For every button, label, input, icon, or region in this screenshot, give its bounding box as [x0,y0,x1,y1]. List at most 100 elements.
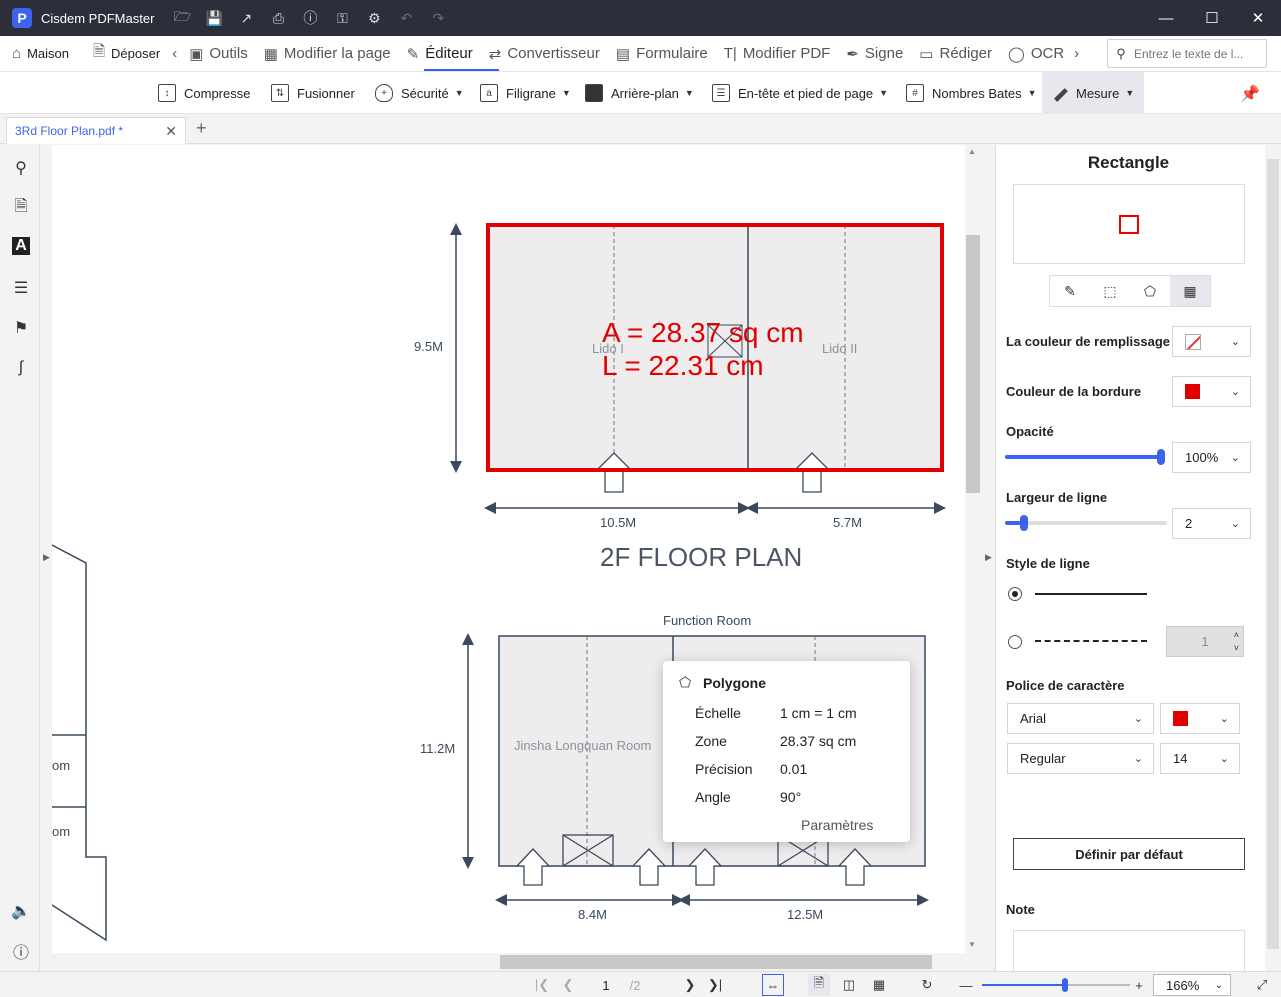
menu-ocr[interactable]: ◯ OCR [1000,36,1072,72]
first-page-icon[interactable]: |❮ [532,972,552,997]
document-tab[interactable]: 3Rd Floor Plan.pdf * ✕ [6,117,186,144]
area-mode-icon[interactable]: ⬠ [1130,276,1170,306]
set-default-button[interactable]: Définir par défaut [1013,838,1245,870]
pin-icon[interactable]: 📌 [1240,84,1260,104]
reading-mode-icon[interactable]: ▦ [868,972,890,997]
horizontal-scroll-thumb[interactable] [500,955,932,969]
scroll-down-icon[interactable]: ▼ [968,940,976,949]
measure-dropdown[interactable]: ▬ Mesure ▼ [1042,72,1144,114]
key-icon[interactable]: ⚿ [328,4,356,32]
border-color-dropdown[interactable]: ⌄ [1172,376,1251,407]
help-icon[interactable]: ⓘ [296,4,324,32]
menu-scroll-left[interactable]: ‹ [168,36,181,72]
bookmark-icon[interactable]: ⚑ [10,317,32,339]
opacity-dropdown[interactable]: 100% ⌄ [1172,442,1251,473]
chevron-down-icon: ⌄ [1133,713,1143,725]
font-style-dropdown[interactable]: Regular ⌄ [1007,743,1154,774]
fill-color-dropdown[interactable]: ⌄ [1172,326,1251,357]
compress-button[interactable]: ↕ Compresse [158,72,250,114]
zoom-in-icon[interactable]: + [1131,972,1147,997]
text-annotation-icon[interactable]: A [12,237,30,255]
menu-redact[interactable]: ▭ Rédiger [911,36,1000,72]
font-size-dropdown[interactable]: 14 ⌄ [1160,743,1240,774]
scroll-up-icon[interactable]: ▲ [968,147,976,156]
merge-label: Fusionner [297,85,355,101]
merge-button[interactable]: ⇅ Fusionner [271,72,355,114]
menu-edit-pdf[interactable]: T| Modifier PDF [716,36,839,72]
fit-width-icon[interactable]: ⇔ [762,974,784,996]
save-icon[interactable]: 💾 [200,4,228,32]
menu-scroll-right[interactable]: › [1072,36,1081,72]
next-page-icon[interactable]: ❯ [680,972,700,997]
signature-icon[interactable]: ∫ [10,357,32,379]
stepper-arrows-icon[interactable]: ˄ ˅ [1234,629,1239,655]
expand-left-panel-icon[interactable]: ▶ [43,552,50,563]
add-tab-icon[interactable]: + [196,118,207,139]
close-tab-icon[interactable]: ✕ [165,123,177,140]
menu-upload[interactable]: 🗎 Déposer [85,36,168,72]
search-icon[interactable]: ⚲ [10,157,32,179]
fullscreen-icon[interactable]: ⤢ [1251,972,1273,997]
rotate-page-icon[interactable]: ↻ [916,972,938,997]
panel-scrollbar[interactable] [1265,145,1281,971]
outline-list-icon[interactable]: ☰ [10,277,32,299]
settings-link[interactable]: Paramètres [801,817,873,833]
zoom-out-icon[interactable]: — [958,972,974,997]
dash-spacing-stepper[interactable]: 1 ˄ ˅ [1166,626,1244,657]
search-input[interactable] [1134,46,1259,61]
page-thumbnail-icon[interactable]: 🗎 [10,197,32,219]
close-window-button[interactable]: ✕ [1235,0,1281,36]
redo-icon[interactable]: ↷ [424,4,452,32]
opacity-slider-knob[interactable] [1157,449,1165,465]
open-folder-icon[interactable]: 🗁 [168,4,196,32]
menu-editor[interactable]: ✎ Éditeur [399,36,481,72]
two-page-icon[interactable]: ◫ [838,972,860,997]
font-family-dropdown[interactable]: Arial ⌄ [1007,703,1154,734]
perimeter-mode-icon[interactable]: ⬚ [1090,276,1130,306]
bates-dropdown[interactable]: # Nombres Bates ▼ [906,72,1037,114]
menu-edit-page[interactable]: ▦ Modifier la page [256,36,399,72]
watermark-dropdown[interactable]: a Filigrane ▼ [480,72,571,114]
previous-page-icon[interactable]: ❮ [558,972,578,997]
menu-home[interactable]: ⌂ Maison [4,36,77,72]
menu-sign[interactable]: ✒ Signe [838,36,911,72]
line-width-slider[interactable] [1005,515,1167,531]
vertical-scroll-thumb[interactable] [966,235,980,493]
collapse-right-panel-icon[interactable]: ▶ [985,552,992,563]
line-width-dropdown[interactable]: 2 ⌄ [1172,508,1251,539]
room-label-lido-2: Lido II [822,341,857,356]
last-page-icon[interactable]: ❯| [705,972,725,997]
header-footer-dropdown[interactable]: ☰ En-tête et pied de page ▼ [712,72,888,114]
undo-icon[interactable]: ↶ [392,4,420,32]
note-textarea[interactable] [1013,930,1245,971]
zoom-slider-knob[interactable] [1062,978,1068,992]
search-box[interactable]: ⚲ [1107,39,1267,68]
menu-form[interactable]: ▤ Formulaire [608,36,716,72]
share-icon[interactable]: ↗ [232,4,260,32]
distance-mode-icon[interactable]: ✎ [1050,276,1090,306]
page-number-input[interactable]: 1 [590,975,622,995]
minimize-button[interactable]: — [1143,0,1189,36]
dashed-line-radio[interactable] [1008,635,1022,649]
print-icon[interactable]: ⎙ [264,4,292,32]
rectangle-mode-icon[interactable]: ▦ [1170,276,1210,306]
settings-icon[interactable]: ⚙ [360,4,388,32]
info-icon[interactable]: ⓘ [10,940,32,962]
zoom-slider[interactable] [982,978,1130,992]
security-dropdown[interactable]: + Sécurité ▼ [375,72,464,114]
maximize-button[interactable]: ☐ [1189,0,1235,36]
font-color-dropdown[interactable]: ⌄ [1160,703,1240,734]
background-dropdown[interactable]: Arrière-plan ▼ [585,72,694,114]
solid-line-radio[interactable] [1008,587,1022,601]
zoom-dropdown[interactable]: 166% ⌄ [1153,974,1231,996]
panel-scroll-thumb[interactable] [1267,159,1279,949]
opacity-slider[interactable] [1005,449,1165,465]
speaker-icon[interactable]: 🔈 [10,900,32,922]
line-width-slider-knob[interactable] [1020,515,1028,531]
single-page-icon[interactable]: 🗎 [808,974,830,996]
vertical-scrollbar[interactable]: ▲ ▼ [965,145,981,953]
menu-tools[interactable]: ▣ Outils [181,36,256,72]
menu-converter[interactable]: ⇄ Convertisseur [481,36,608,72]
horizontal-scrollbar[interactable] [52,953,965,971]
toolbox-icon: ▣ [189,45,204,63]
